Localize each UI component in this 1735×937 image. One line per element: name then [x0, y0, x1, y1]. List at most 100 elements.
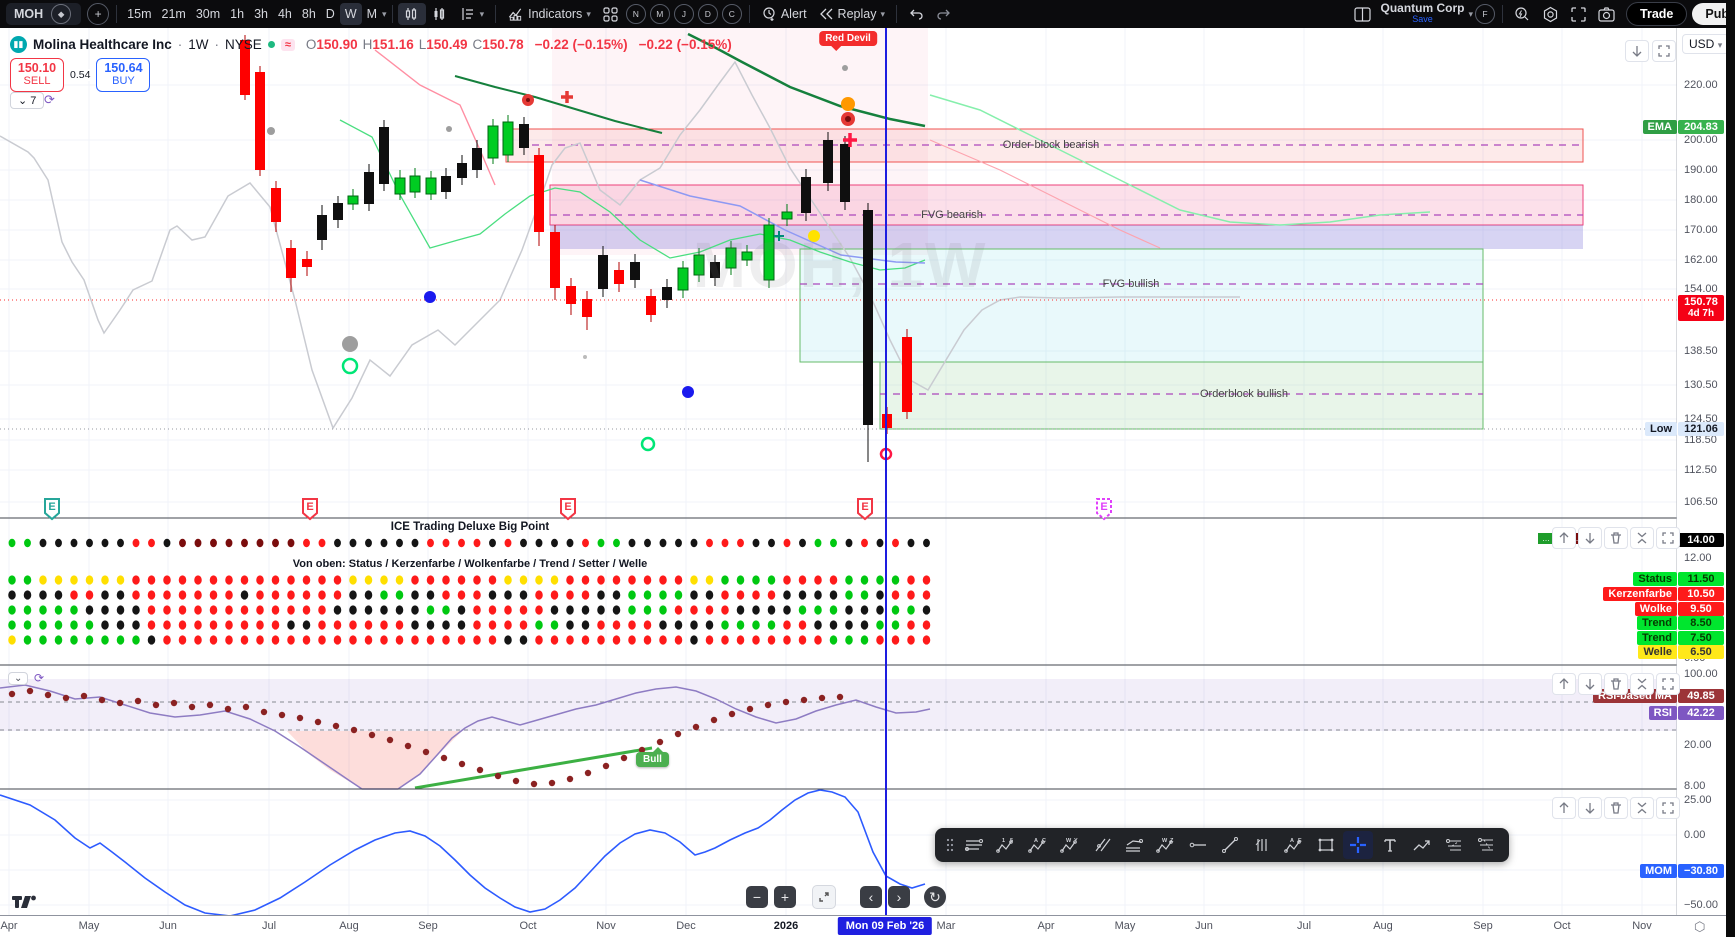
scroll-to-recent-button[interactable]: [1625, 40, 1649, 62]
timeframe-D[interactable]: D: [321, 3, 340, 25]
account-chevron-icon[interactable]: ▾: [1469, 9, 1474, 20]
candle[interactable]: [302, 259, 312, 267]
elliott-impulse-wave-tool[interactable]: 15: [991, 831, 1021, 859]
flat-pattern-tool[interactable]: [1119, 831, 1149, 859]
time-label-May[interactable]: May: [1115, 920, 1136, 932]
timeframe-3h[interactable]: 3h: [249, 3, 273, 25]
time-label-Jul[interactable]: Jul: [262, 920, 276, 932]
candle[interactable]: [519, 124, 529, 148]
earnings-badge[interactable]: E: [1095, 497, 1113, 526]
time-label-Mar[interactable]: Mar: [937, 920, 956, 932]
chart-style-candles-button[interactable]: [398, 3, 426, 25]
candle[interactable]: [395, 178, 405, 194]
arrow-marker-tool[interactable]: [1407, 831, 1437, 859]
timeframe-21m[interactable]: 21m: [157, 3, 191, 25]
layout-letter-J[interactable]: J: [674, 4, 694, 24]
timeframe-W[interactable]: W: [340, 3, 362, 25]
collapse-pane-button[interactable]: [1630, 797, 1654, 819]
rsi-collapse-chip[interactable]: ⌄: [8, 672, 28, 685]
maximize-pane-button[interactable]: [1656, 673, 1680, 695]
xabcd-pattern-tool[interactable]: AE: [1279, 831, 1309, 859]
candle[interactable]: [801, 177, 811, 213]
timeframe-30m[interactable]: 30m: [191, 3, 225, 25]
time-label-Jun[interactable]: Jun: [1195, 920, 1213, 932]
text-tool-tool[interactable]: [1375, 831, 1405, 859]
currency-selector[interactable]: USD ▾: [1682, 34, 1729, 54]
maximize-pane-button[interactable]: [1656, 797, 1680, 819]
reset-chart-button[interactable]: ↻: [924, 886, 946, 908]
restore-pane-button[interactable]: [1652, 40, 1676, 62]
timeframe-8h[interactable]: 8h: [297, 3, 321, 25]
candle[interactable]: [364, 172, 374, 204]
candle[interactable]: [379, 127, 389, 184]
candle[interactable]: [782, 212, 792, 219]
candle[interactable]: [286, 248, 296, 278]
move-pane-up-button[interactable]: [1552, 797, 1576, 819]
rsi-sync-icon[interactable]: ⟳: [34, 671, 44, 685]
time-label-Nov[interactable]: Nov: [1632, 920, 1652, 932]
timeframe-15m[interactable]: 15m: [122, 3, 156, 25]
time-label-Apr[interactable]: Apr: [0, 920, 17, 932]
platform-logo[interactable]: [12, 894, 38, 915]
elliott-correction-wave-tool[interactable]: AC: [1023, 831, 1053, 859]
candle[interactable]: [823, 140, 833, 183]
collapse-pane-button[interactable]: [1630, 527, 1654, 549]
earnings-badge[interactable]: E: [856, 497, 874, 526]
layout-letter-D[interactable]: D: [698, 4, 718, 24]
timeframe-chevron-icon[interactable]: ▾: [382, 9, 387, 20]
move-pane-down-button[interactable]: [1578, 673, 1602, 695]
time-label-Aug[interactable]: Aug: [339, 920, 359, 932]
symbol-title[interactable]: Molina Healthcare Inc: [33, 37, 172, 52]
long-position-tool[interactable]: [1439, 831, 1469, 859]
layout-letter-M[interactable]: M: [650, 4, 670, 24]
settings-button[interactable]: [1536, 3, 1565, 25]
time-label-Apr[interactable]: Apr: [1037, 920, 1054, 932]
scroll-right-button[interactable]: ›: [888, 886, 910, 908]
buy-button[interactable]: 150.64 BUY: [96, 58, 150, 92]
short-position-tool[interactable]: [1471, 831, 1501, 859]
time-label-Jul[interactable]: Jul: [1297, 920, 1311, 932]
candle[interactable]: [840, 144, 850, 202]
time-label-Nov[interactable]: Nov: [596, 920, 616, 932]
undo-button[interactable]: [902, 3, 930, 25]
layout-letter-C[interactable]: C: [722, 4, 742, 24]
trend-line-tool[interactable]: [1215, 831, 1245, 859]
candle[interactable]: [902, 337, 912, 412]
candle[interactable]: [534, 155, 544, 232]
price-axis[interactable]: 220.00200.00190.00180.00170.00162.00154.…: [1677, 28, 1726, 915]
scale-button[interactable]: [812, 885, 836, 909]
rectangle-tool[interactable]: [1311, 831, 1341, 859]
candle[interactable]: [441, 176, 451, 192]
time-label-Aug[interactable]: Aug: [1373, 920, 1393, 932]
avatar[interactable]: F: [1475, 4, 1495, 24]
axis-settings-icon[interactable]: ⬡: [1694, 919, 1705, 935]
horizontal-ray-tool[interactable]: [1183, 831, 1213, 859]
candle[interactable]: [566, 286, 576, 304]
sync-icon[interactable]: ⟳: [44, 92, 55, 108]
scroll-left-button[interactable]: ‹: [860, 886, 882, 908]
object-tree-chip[interactable]: ⌄ 7: [10, 92, 44, 109]
move-pane-up-button[interactable]: [1552, 673, 1576, 695]
timeframe-4h[interactable]: 4h: [273, 3, 297, 25]
elliott-double-combo-tool[interactable]: WY: [1055, 831, 1085, 859]
timeframe-M[interactable]: M: [362, 3, 382, 25]
replay-date-badge[interactable]: Mon 09 Feb '26: [838, 917, 932, 935]
candle[interactable]: [333, 203, 343, 220]
earnings-badge[interactable]: E: [301, 497, 319, 526]
earnings-badge[interactable]: E: [43, 497, 61, 526]
time-label-Dec[interactable]: Dec: [676, 920, 696, 932]
time-label-Oct[interactable]: Oct: [519, 920, 536, 932]
candle[interactable]: [271, 188, 281, 222]
time-axis[interactable]: Mon 09 Feb '26 ⬡ AprMayJunJulAugSepOctNo…: [0, 915, 1735, 937]
chart-style-alt-button[interactable]: [426, 3, 454, 25]
timeframe-1h[interactable]: 1h: [225, 3, 249, 25]
candle[interactable]: [488, 126, 498, 158]
delete-pane-button[interactable]: [1604, 797, 1628, 819]
collapse-pane-button[interactable]: [1630, 673, 1654, 695]
symbol-search[interactable]: MOH ◆: [6, 3, 81, 25]
collapsed-sidebar-strip[interactable]: [1726, 0, 1735, 937]
zoom-out-button[interactable]: −: [746, 886, 768, 908]
bull-label[interactable]: Bull: [636, 752, 669, 767]
account-menu[interactable]: Quantum Corp Save: [1377, 3, 1469, 25]
quick-search-button[interactable]: [1508, 3, 1536, 25]
